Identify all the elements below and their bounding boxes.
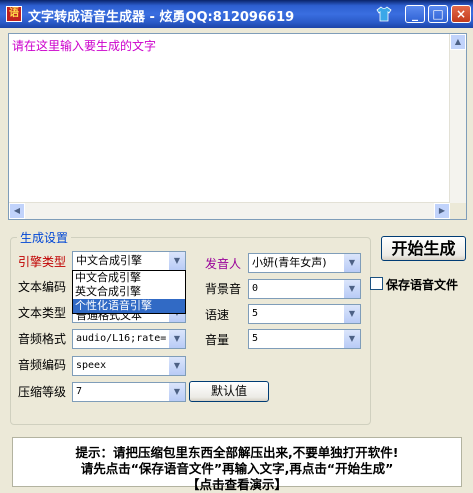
title-bar: 语 文字转成语音生成器 - 炫勇QQ:812096619 _ □ × <box>0 0 473 28</box>
skin-shirt-icon[interactable] <box>376 6 392 22</box>
volume-label: 音量 <box>205 333 230 347</box>
scrollbar-corner <box>450 203 466 219</box>
chevron-down-icon[interactable]: ▼ <box>168 330 185 348</box>
volume-select[interactable]: 5 ▼ <box>248 329 361 349</box>
scroll-right-icon[interactable]: ▶ <box>434 203 450 219</box>
maximize-button[interactable]: □ <box>428 5 448 23</box>
minimize-button[interactable]: _ <box>405 5 425 23</box>
chevron-down-icon[interactable]: ▼ <box>168 383 185 401</box>
engine-dropdown-list[interactable]: 中文合成引擎 英文合成引擎 个性化语音引擎 <box>72 270 186 314</box>
audio-encoding-select[interactable]: speex ▼ <box>72 356 186 376</box>
speed-select[interactable]: 5 ▼ <box>248 304 361 324</box>
app-icon: 语 <box>6 6 22 22</box>
hint-line: 请先点击“保存语音文件”再输入文字,再点击“开始生成” <box>80 461 394 476</box>
chevron-down-icon[interactable]: ▼ <box>168 357 185 375</box>
demo-link[interactable]: 【点击查看演示】 <box>13 477 461 493</box>
text-encoding-label: 文本编码 <box>18 280 67 294</box>
engine-option[interactable]: 英文合成引擎 <box>73 285 185 299</box>
hint-line: 提示：请把压缩包里东西全部解压出来,不要单独打开软件! <box>75 445 399 460</box>
chevron-down-icon[interactable]: ▼ <box>343 254 360 272</box>
text-input-placeholder: 请在这里输入要生成的文字 <box>12 39 157 53</box>
engine-label: 引擎类型 <box>18 255 67 269</box>
engine-select[interactable]: 中文合成引擎 ▼ <box>72 251 186 271</box>
chevron-down-icon[interactable]: ▼ <box>168 252 185 270</box>
engine-option-highlighted[interactable]: 个性化语音引擎 <box>73 299 185 313</box>
chevron-down-icon[interactable]: ▼ <box>343 280 360 298</box>
scroll-left-icon[interactable]: ◀ <box>9 203 25 219</box>
close-button[interactable]: × <box>451 5 471 23</box>
speed-label: 语速 <box>205 308 230 322</box>
window-title: 文字转成语音生成器 - 炫勇QQ:812096619 <box>28 10 295 25</box>
audio-format-label: 音频格式 <box>18 332 67 346</box>
settings-group-title: 生成设置 <box>20 231 69 245</box>
vertical-scrollbar[interactable]: ▲ ▼ <box>449 34 466 219</box>
bg-music-label: 背景音 <box>205 282 242 296</box>
audio-encoding-label: 音频编码 <box>18 358 67 372</box>
chevron-down-icon[interactable]: ▼ <box>343 305 360 323</box>
scroll-up-icon[interactable]: ▲ <box>450 34 466 50</box>
save-audio-label[interactable]: 保存语音文件 <box>386 276 458 293</box>
bg-music-select[interactable]: 0 ▼ <box>248 279 361 299</box>
hint-panel: 提示：请把压缩包里东西全部解压出来,不要单独打开软件! 请先点击“保存语音文件”… <box>12 437 462 492</box>
text-input-area[interactable]: 请在这里输入要生成的文字 ▲ ▼ ◀ ▶ <box>8 33 467 220</box>
engine-option[interactable]: 中文合成引擎 <box>73 271 185 285</box>
chevron-down-icon[interactable]: ▼ <box>343 330 360 348</box>
start-generate-button[interactable]: 开始生成 <box>381 236 466 261</box>
speaker-label: 发音人 <box>205 257 242 271</box>
compression-label: 压缩等级 <box>18 385 67 399</box>
compression-select[interactable]: 7 ▼ <box>72 382 186 402</box>
horizontal-scrollbar[interactable]: ◀ ▶ <box>9 202 450 219</box>
text-type-label: 文本类型 <box>18 306 67 320</box>
audio-format-select[interactable]: audio/L16;rate= ▼ <box>72 329 186 349</box>
save-audio-checkbox[interactable] <box>370 277 383 290</box>
default-values-button[interactable]: 默认值 <box>189 381 269 402</box>
speaker-select[interactable]: 小妍(青年女声) ▼ <box>248 253 361 273</box>
